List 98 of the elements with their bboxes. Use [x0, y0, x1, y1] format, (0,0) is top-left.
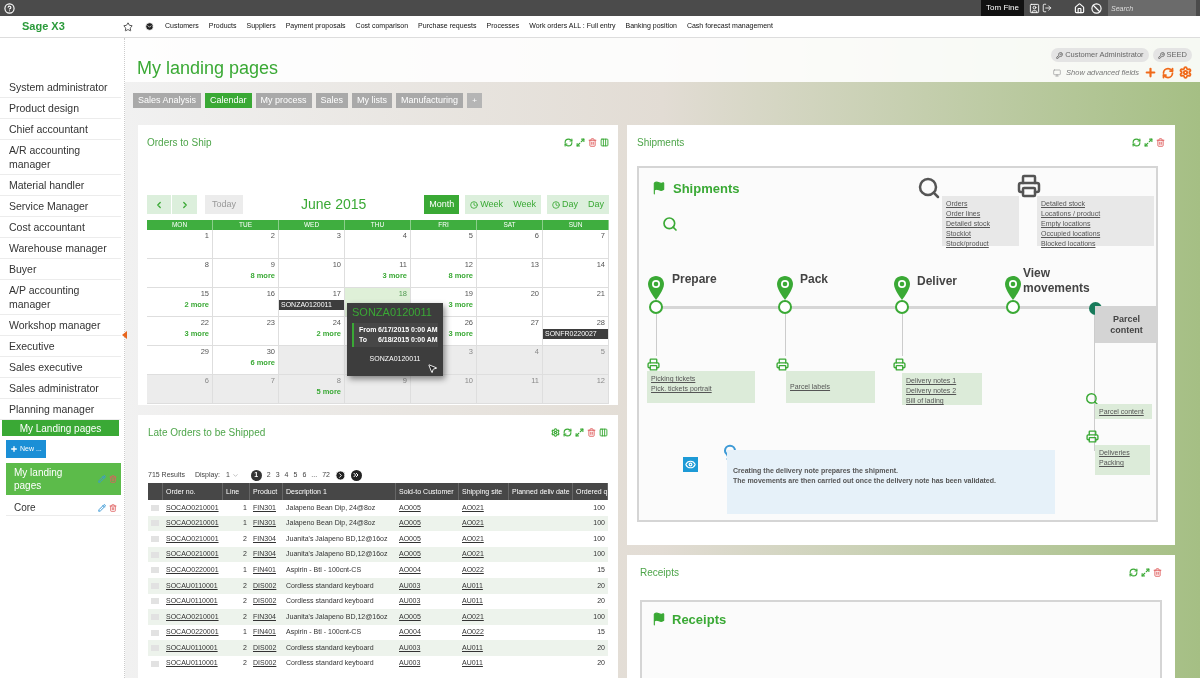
- expand-icon[interactable]: [576, 137, 585, 147]
- refresh-icon[interactable]: [1162, 66, 1174, 79]
- add-icon[interactable]: [1144, 66, 1157, 79]
- diagram-heading: Shipments: [673, 180, 740, 198]
- page-label: Core: [14, 501, 37, 514]
- role-item[interactable]: Cost accountant: [0, 217, 121, 238]
- plus-icon: [10, 445, 18, 453]
- chevron-icon[interactable]: [145, 22, 154, 31]
- edit-icon[interactable]: [98, 503, 106, 512]
- section-header: My Landing pages: [2, 420, 119, 436]
- end-label: Parcel content: [1109, 313, 1144, 336]
- map-pin-icon: [648, 276, 664, 300]
- timeline-node: [649, 300, 663, 314]
- key-icon: [1157, 51, 1165, 59]
- page-title: My landing pages: [137, 57, 279, 79]
- diagram-heading: Receipts: [672, 612, 727, 627]
- panel-title: Late Orders to be Shipped: [148, 425, 266, 440]
- previous-button[interactable]: [147, 195, 172, 214]
- connector-line: [902, 314, 903, 356]
- refresh-icon[interactable]: [1132, 137, 1141, 147]
- printer-icon[interactable]: [1086, 430, 1099, 443]
- timeline-node: [778, 300, 792, 314]
- timeline-node: [895, 300, 909, 314]
- role-item[interactable]: A/P accounting manager: [0, 280, 121, 315]
- page-label: My landing pages: [14, 466, 64, 492]
- settings-icon[interactable]: [1179, 66, 1192, 79]
- trash-icon[interactable]: [109, 503, 117, 512]
- clock-icon: [551, 200, 560, 209]
- role-item[interactable]: Chief accountant: [0, 119, 121, 140]
- logout-icon[interactable]: [1042, 3, 1052, 13]
- user-card-icon[interactable]: [1029, 2, 1040, 14]
- caret-icon: [231, 471, 239, 479]
- trash-icon[interactable]: [587, 427, 596, 437]
- next-page-icon[interactable]: [334, 469, 346, 481]
- role-item[interactable]: Buyer: [0, 259, 121, 280]
- panel-title: Shipments: [637, 135, 685, 150]
- map-pin-icon: [777, 276, 793, 300]
- connector-line: [656, 314, 657, 356]
- step-label: Pack: [800, 272, 830, 287]
- trash-icon[interactable]: [109, 475, 117, 483]
- flag-icon: [652, 181, 666, 195]
- refresh-icon[interactable]: [564, 137, 573, 147]
- role-item[interactable]: Sales executive: [0, 357, 121, 378]
- calendar-cell[interactable]: [279, 346, 345, 375]
- role-item[interactable]: Material handler: [0, 175, 121, 196]
- map-pin-icon: [1005, 276, 1021, 300]
- refresh-icon[interactable]: [563, 427, 572, 437]
- expand-icon[interactable]: [1141, 567, 1150, 577]
- step-label: Deliver: [917, 274, 959, 289]
- printer-icon: [1017, 174, 1041, 198]
- clock-icon: [470, 200, 479, 209]
- timeline-node: [1006, 300, 1020, 314]
- columns-icon[interactable]: [600, 137, 609, 147]
- search-icon[interactable]: [1085, 392, 1099, 406]
- logo[interactable]: Sage X3: [22, 18, 122, 35]
- slash-circle-icon[interactable]: [1091, 2, 1102, 14]
- role-item[interactable]: System administrator: [0, 77, 121, 98]
- trash-icon[interactable]: [588, 137, 597, 147]
- help-icon[interactable]: [4, 2, 15, 14]
- printer-icon[interactable]: [893, 358, 906, 371]
- printer-icon[interactable]: [776, 358, 789, 371]
- trash-icon[interactable]: [1156, 137, 1165, 147]
- home-icon[interactable]: [1074, 2, 1085, 14]
- next-button[interactable]: [172, 195, 197, 214]
- star-icon[interactable]: [123, 21, 133, 32]
- printer-icon[interactable]: [647, 358, 660, 371]
- step-label: View movements: [1023, 266, 1091, 296]
- search-icon[interactable]: [662, 216, 678, 232]
- key-icon: [1056, 51, 1064, 59]
- map-pin-icon: [894, 276, 910, 300]
- panel-title: Orders to Ship: [147, 135, 212, 150]
- search-icon: [917, 176, 941, 200]
- role-item[interactable]: A/R accounting manager: [0, 140, 121, 175]
- role-item[interactable]: Service Manager: [0, 196, 121, 217]
- expand-icon[interactable]: [1144, 137, 1153, 147]
- role-item[interactable]: Warehouse manager: [0, 238, 121, 259]
- refresh-icon[interactable]: [1129, 567, 1138, 577]
- flag-icon: [652, 612, 666, 626]
- last-page-icon[interactable]: [350, 469, 362, 481]
- eye-icon[interactable]: [683, 457, 698, 472]
- monitor-icon[interactable]: [1053, 68, 1062, 77]
- role-item[interactable]: Executive: [0, 336, 121, 357]
- chevron-left-icon: [154, 199, 164, 210]
- user-name[interactable]: Tom Fine: [981, 0, 1024, 16]
- step-label: Prepare: [672, 272, 718, 287]
- cursor-icon: [427, 363, 438, 374]
- role-item[interactable]: Product design: [0, 98, 121, 119]
- panel-title: Receipts: [640, 565, 679, 580]
- trash-icon[interactable]: [1153, 567, 1162, 577]
- expand-icon[interactable]: [575, 427, 584, 437]
- columns-icon[interactable]: [599, 427, 608, 437]
- role-item[interactable]: Workshop manager: [0, 315, 121, 336]
- month-title: June 2015: [299, 195, 368, 214]
- landing-page-item[interactable]: Core: [6, 500, 121, 516]
- role-item[interactable]: Sales administrator: [0, 378, 121, 399]
- collapse-handle[interactable]: [122, 331, 127, 339]
- settings-icon[interactable]: [551, 427, 560, 437]
- connector-line: [785, 314, 786, 356]
